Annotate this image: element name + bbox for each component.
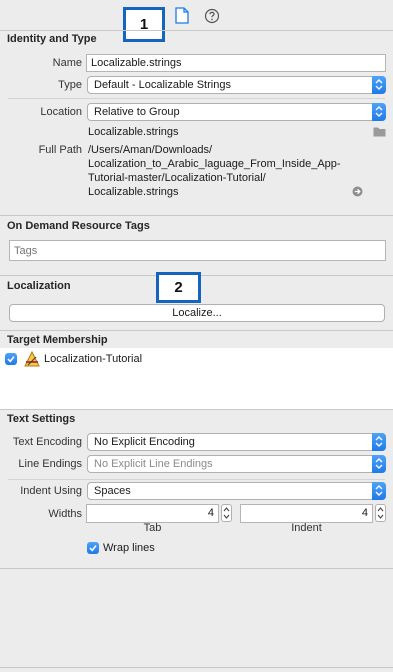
location-value: Relative to Group bbox=[94, 106, 180, 118]
callout-2: 2 bbox=[156, 272, 201, 303]
full-path-label: Full Path bbox=[38, 144, 82, 156]
tab-width-stepper[interactable] bbox=[221, 504, 232, 522]
line-endings-popup[interactable]: No Explicit Line Endings bbox=[87, 455, 386, 473]
on-demand-tags-title: On Demand Resource Tags bbox=[7, 220, 150, 232]
separator bbox=[0, 409, 393, 410]
text-encoding-value: No Explicit Encoding bbox=[94, 436, 195, 448]
inspector-toolbar bbox=[0, 0, 393, 31]
location-label: Location bbox=[40, 106, 82, 118]
separator bbox=[0, 330, 393, 331]
target-membership-title: Target Membership bbox=[7, 334, 108, 346]
wrap-lines-row[interactable]: Wrap lines bbox=[87, 541, 287, 555]
indent-using-label: Indent Using bbox=[20, 485, 82, 497]
text-settings-title: Text Settings bbox=[7, 413, 76, 425]
chevron-updown-icon bbox=[372, 455, 386, 473]
full-path-line: /Users/Aman/Downloads/ bbox=[88, 144, 213, 156]
separator bbox=[8, 479, 385, 480]
wrap-lines-label: Wrap lines bbox=[103, 542, 155, 554]
location-file: Localizable.strings bbox=[88, 126, 179, 138]
app-target-icon bbox=[23, 350, 41, 371]
separator bbox=[0, 30, 393, 31]
indent-width-field[interactable]: 4 bbox=[240, 504, 373, 523]
indent-label: Indent bbox=[291, 522, 322, 534]
identity-type-title: Identity and Type bbox=[7, 33, 97, 45]
line-endings-label: Line Endings bbox=[18, 458, 82, 470]
text-encoding-label: Text Encoding bbox=[12, 436, 82, 448]
type-label: Type bbox=[58, 79, 82, 91]
target-label: Localization-Tutorial bbox=[44, 353, 143, 365]
type-popup[interactable]: Default - Localizable Strings bbox=[87, 76, 386, 94]
name-label: Name bbox=[52, 57, 82, 69]
tab-label: Tab bbox=[143, 522, 162, 534]
name-field[interactable]: Localizable.strings bbox=[86, 54, 386, 72]
chevron-updown-icon bbox=[372, 103, 386, 121]
target-checkbox[interactable] bbox=[5, 353, 17, 365]
chevron-updown-icon bbox=[372, 482, 386, 500]
arrow-circle-icon[interactable] bbox=[352, 186, 363, 200]
chevron-updown-icon bbox=[372, 433, 386, 451]
location-popup[interactable]: Relative to Group bbox=[87, 103, 386, 121]
separator bbox=[0, 667, 393, 668]
wrap-lines-checkbox[interactable] bbox=[87, 542, 99, 554]
tags-input[interactable] bbox=[9, 240, 386, 261]
indent-using-popup[interactable]: Spaces bbox=[87, 482, 386, 500]
line-endings-value: No Explicit Line Endings bbox=[94, 458, 213, 470]
question-circle-icon[interactable] bbox=[204, 8, 220, 24]
full-path-line: Tutorial-master/Localization-Tutorial/ bbox=[88, 172, 266, 184]
type-value: Default - Localizable Strings bbox=[94, 79, 231, 91]
folder-icon[interactable] bbox=[373, 126, 386, 140]
localization-title: Localization bbox=[7, 280, 71, 292]
widths-label: Widths bbox=[48, 508, 82, 520]
callout-1: 1 bbox=[123, 7, 165, 42]
indent-width-stepper[interactable] bbox=[375, 504, 386, 522]
text-encoding-popup[interactable]: No Explicit Encoding bbox=[87, 433, 386, 451]
full-path-line: Localizable.strings bbox=[88, 186, 179, 198]
localize-button[interactable]: Localize... bbox=[9, 304, 385, 322]
chevron-updown-icon bbox=[372, 76, 386, 94]
target-row: Localization-Tutorial bbox=[0, 350, 393, 367]
separator bbox=[0, 215, 393, 216]
tab-width-field[interactable]: 4 bbox=[86, 504, 219, 523]
full-path-line: Localization_to_Arabic_laguage_From_Insi… bbox=[88, 158, 341, 170]
separator bbox=[0, 568, 393, 569]
indent-using-value: Spaces bbox=[94, 485, 131, 497]
separator bbox=[8, 98, 385, 99]
document-icon[interactable] bbox=[175, 7, 189, 24]
